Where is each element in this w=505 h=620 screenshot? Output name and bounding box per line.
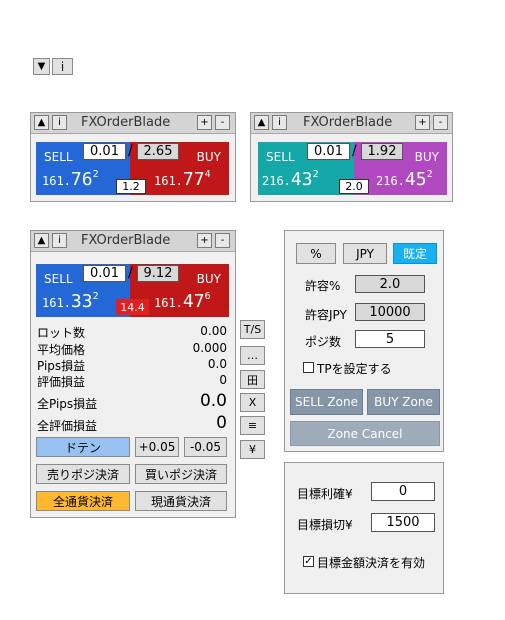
stat-lot: ロット数 0.00	[37, 324, 227, 340]
target-loss-label: 目標損切¥	[297, 518, 353, 532]
slash-separator: /	[128, 265, 133, 281]
order-panel-expanded: ▲ i FXOrderBlade + - SELL 161.332 BUY 16…	[30, 230, 236, 518]
allow-pct-field: 2.0	[355, 275, 425, 293]
menu-icon[interactable]: ≡	[240, 416, 265, 435]
target-profit-label: 目標利確¥	[297, 487, 353, 501]
more-icon[interactable]: …	[240, 346, 265, 365]
panel-title: FXOrderBlade	[81, 115, 171, 130]
collapse-toggle-button[interactable]: ▼	[33, 58, 50, 75]
target-profit-input[interactable]: 0	[371, 482, 435, 501]
plus-button[interactable]: +	[197, 233, 212, 248]
allow-jpy-label: 許容JPY	[305, 308, 347, 322]
info-button[interactable]: i	[52, 58, 73, 75]
buy-label: BUY	[414, 150, 439, 164]
allow-pct-label: 許容%	[305, 279, 341, 293]
target-amount-panel: 目標利確¥ 0 目標損切¥ 1500 ✓ 目標金額決済を有効	[284, 462, 444, 594]
info-button[interactable]: i	[52, 233, 67, 248]
default-mode-button[interactable]: 既定	[393, 243, 437, 264]
total-eval: 全評価損益 0	[37, 413, 227, 433]
doten-button[interactable]: ドテン	[36, 437, 130, 457]
order-panel-usdjpy: ▲ i FXOrderBlade + - SELL 161.762 BUY 16…	[30, 112, 236, 202]
expand-icon[interactable]: ▲	[34, 233, 49, 248]
percent-mode-button[interactable]: %	[296, 243, 336, 264]
ts-button[interactable]: T/S	[240, 320, 265, 339]
max-lot-field: 1.92	[361, 143, 403, 160]
close-sell-positions-button[interactable]: 売りポジ決済	[36, 464, 130, 484]
title-bar[interactable]: ▲ i FXOrderBlade + -	[31, 113, 235, 134]
stat-pips: Pips損益 0.0	[37, 357, 227, 373]
slash-separator: /	[352, 143, 357, 159]
info-button[interactable]: i	[52, 115, 67, 130]
title-bar[interactable]: ▲ i FXOrderBlade + -	[251, 113, 452, 134]
jpy-mode-button[interactable]: JPY	[343, 243, 387, 264]
minus-button[interactable]: -	[215, 115, 230, 130]
position-count-input[interactable]: 5	[355, 330, 425, 348]
enable-target-label: 目標金額決済を有効	[317, 556, 426, 570]
sell-zone-button[interactable]: SELL Zone	[290, 389, 363, 415]
sell-price: 216.432	[262, 169, 319, 190]
tp-checkbox[interactable]	[303, 362, 314, 373]
sell-price: 161.762	[42, 169, 99, 190]
enable-target-checkbox[interactable]: ✓	[303, 556, 314, 567]
buy-price: 161.476	[154, 291, 211, 312]
max-lot-field: 2.65	[137, 143, 179, 160]
title-bar[interactable]: ▲ i FXOrderBlade + -	[31, 231, 235, 252]
order-panel-gbpjpy: ▲ i FXOrderBlade + - SELL 216.432 BUY 21…	[250, 112, 453, 202]
lot-input[interactable]: 0.01	[83, 143, 126, 160]
lot-input[interactable]: 0.01	[83, 265, 126, 282]
buy-zone-button[interactable]: BUY Zone	[367, 389, 440, 415]
tp-label: TPを設定する	[317, 362, 392, 376]
spread-badge: 2.0	[339, 179, 369, 194]
sell-price: 161.332	[42, 291, 99, 312]
panel-title: FXOrderBlade	[303, 115, 393, 130]
close-current-currency-button[interactable]: 現通貨決済	[135, 491, 227, 511]
max-lot-field: 9.12	[137, 265, 179, 282]
close-all-currencies-button[interactable]: 全通貨決済	[36, 491, 130, 511]
buy-label: BUY	[196, 150, 221, 164]
yen-icon[interactable]: ¥	[240, 440, 265, 459]
slash-separator: /	[128, 143, 133, 159]
sell-label: SELL	[44, 272, 73, 286]
close-buy-positions-button[interactable]: 買いポジ決済	[135, 464, 227, 484]
plus-button[interactable]: +	[415, 115, 430, 130]
sell-label: SELL	[44, 150, 73, 164]
buy-label: BUY	[196, 272, 221, 286]
info-button[interactable]: i	[272, 115, 287, 130]
buy-price: 161.774	[154, 169, 211, 190]
expand-icon[interactable]: ▲	[34, 115, 49, 130]
plus-005-button[interactable]: +0.05	[135, 437, 179, 457]
stat-eval: 評価損益 0	[37, 373, 227, 389]
panel-title: FXOrderBlade	[81, 233, 171, 248]
plus-button[interactable]: +	[197, 115, 212, 130]
minus-button[interactable]: -	[215, 233, 230, 248]
spread-badge: 14.4	[116, 299, 149, 315]
buy-price: 216.452	[376, 169, 433, 190]
sell-label: SELL	[266, 150, 295, 164]
grid-icon[interactable]: 田	[240, 370, 265, 389]
allow-jpy-field: 10000	[355, 303, 425, 321]
lot-input[interactable]: 0.01	[307, 143, 350, 160]
total-pips: 全Pips損益 0.0	[37, 391, 227, 411]
position-count-label: ポジ数	[305, 335, 342, 349]
risk-settings-panel: % JPY 既定 許容% 2.0 許容JPY 10000 ポジ数 5 TPを設定…	[284, 230, 444, 452]
expand-icon[interactable]: ▲	[254, 115, 269, 130]
minus-button[interactable]: -	[433, 115, 448, 130]
spread-badge: 1.2	[116, 179, 146, 194]
close-icon[interactable]: X	[240, 393, 265, 412]
zone-cancel-button[interactable]: Zone Cancel	[290, 421, 440, 446]
target-loss-input[interactable]: 1500	[371, 513, 435, 532]
minus-005-button[interactable]: -0.05	[184, 437, 227, 457]
stat-avg-price: 平均価格 0.000	[37, 341, 227, 357]
